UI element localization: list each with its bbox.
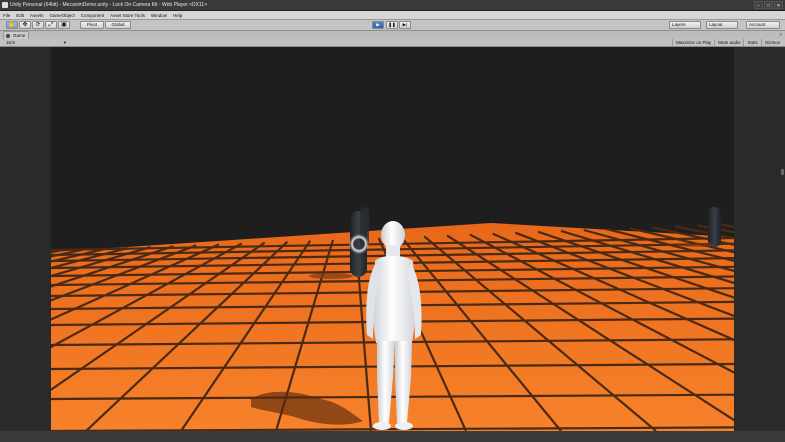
- mute-audio-toggle[interactable]: Mute audio: [714, 39, 743, 46]
- step-button[interactable]: ▶|: [399, 21, 411, 29]
- unity-logo-icon: [2, 2, 8, 8]
- layers-label: Layers: [672, 22, 686, 27]
- capsule-shadow: [309, 273, 353, 279]
- far-capsule-shadow: [676, 243, 716, 247]
- tab-game-label: Game: [13, 33, 26, 38]
- menu-bar: File Edit Assets GameObject Component As…: [0, 11, 785, 20]
- stats-toggle[interactable]: Stats: [743, 39, 760, 46]
- layout-dropdown[interactable]: Layout: [706, 21, 738, 29]
- window-controls: – □ ✕: [754, 1, 783, 9]
- game-viewport[interactable]: [0, 47, 785, 433]
- scene-render: [0, 47, 785, 433]
- rotate-tool-button[interactable]: ⟳: [32, 21, 44, 29]
- menu-help[interactable]: Help: [170, 11, 185, 19]
- menu-file[interactable]: File: [0, 11, 13, 19]
- main-toolbar: ✋ ✥ ⟳ ⤢ ▣ Pivot Global ▶ ❚❚ ▶| Layers La…: [0, 20, 785, 31]
- scale-icon: ⤢: [48, 22, 54, 28]
- menu-edit[interactable]: Edit: [13, 11, 27, 19]
- game-icon: [6, 34, 10, 38]
- tab-bar: Game ≡: [0, 31, 785, 39]
- menu-gameobject[interactable]: GameObject: [47, 11, 78, 19]
- game-view-toolbar: 16:9 ▾ Maximize on Play Mute audio Stats…: [0, 39, 785, 47]
- enemy-capsule-far: [708, 207, 721, 247]
- move-icon: ✥: [22, 22, 28, 28]
- game-scene[interactable]: [0, 47, 785, 433]
- menu-component[interactable]: Component: [78, 11, 107, 19]
- window-titlebar: Unity Personal (64bit) - MecanimDemo.uni…: [0, 0, 785, 11]
- maximize-button[interactable]: □: [764, 1, 773, 9]
- menu-assets[interactable]: Assets: [27, 11, 47, 19]
- play-icon: ▶: [376, 22, 380, 27]
- close-button[interactable]: ✕: [774, 1, 783, 9]
- chevron-down-icon: ▾: [63, 40, 66, 45]
- window-title: Unity Personal (64bit) - MecanimDemo.uni…: [10, 2, 208, 8]
- viewport-splitter-handle[interactable]: [781, 169, 784, 175]
- step-icon: ▶|: [402, 22, 408, 27]
- hand-tool-button[interactable]: ✋: [6, 21, 18, 29]
- lock-on-target-icon: [349, 234, 369, 254]
- pivot-toggle[interactable]: Pivot: [80, 21, 104, 29]
- global-label: Global: [111, 22, 125, 27]
- pivot-label: Pivot: [86, 22, 97, 27]
- pause-button[interactable]: ❚❚: [386, 21, 398, 29]
- play-button[interactable]: ▶: [372, 21, 384, 29]
- aspect-dropdown[interactable]: 16:9 ▾: [4, 39, 68, 46]
- account-label: Account: [749, 22, 766, 27]
- gizmos-dropdown[interactable]: Gizmos: [760, 39, 783, 46]
- minimize-button[interactable]: –: [754, 1, 763, 9]
- global-toggle[interactable]: Global: [105, 21, 131, 29]
- layers-dropdown[interactable]: Layers: [669, 21, 701, 29]
- hand-icon: ✋: [8, 22, 16, 28]
- menu-asset-store-tools[interactable]: Asset Store Tools: [107, 11, 148, 19]
- rect-tool-button[interactable]: ▣: [58, 21, 70, 29]
- move-tool-button[interactable]: ✥: [19, 21, 31, 29]
- rect-icon: ▣: [61, 22, 67, 28]
- account-dropdown[interactable]: Account: [746, 21, 780, 29]
- game-view-options: Maximize on Play Mute audio Stats Gizmos: [671, 39, 783, 46]
- aspect-value: 16:9: [6, 40, 15, 45]
- menu-window[interactable]: Window: [148, 11, 170, 19]
- tab-menu-icon[interactable]: ≡: [780, 31, 782, 39]
- tab-game[interactable]: Game: [3, 31, 30, 39]
- scale-tool-button[interactable]: ⤢: [45, 21, 57, 29]
- pause-icon: ❚❚: [388, 22, 396, 27]
- maximize-on-play-toggle[interactable]: Maximize on Play: [671, 39, 714, 46]
- rotate-icon: ⟳: [35, 22, 41, 28]
- layout-label: Layout: [709, 22, 723, 27]
- status-bar: [0, 431, 785, 442]
